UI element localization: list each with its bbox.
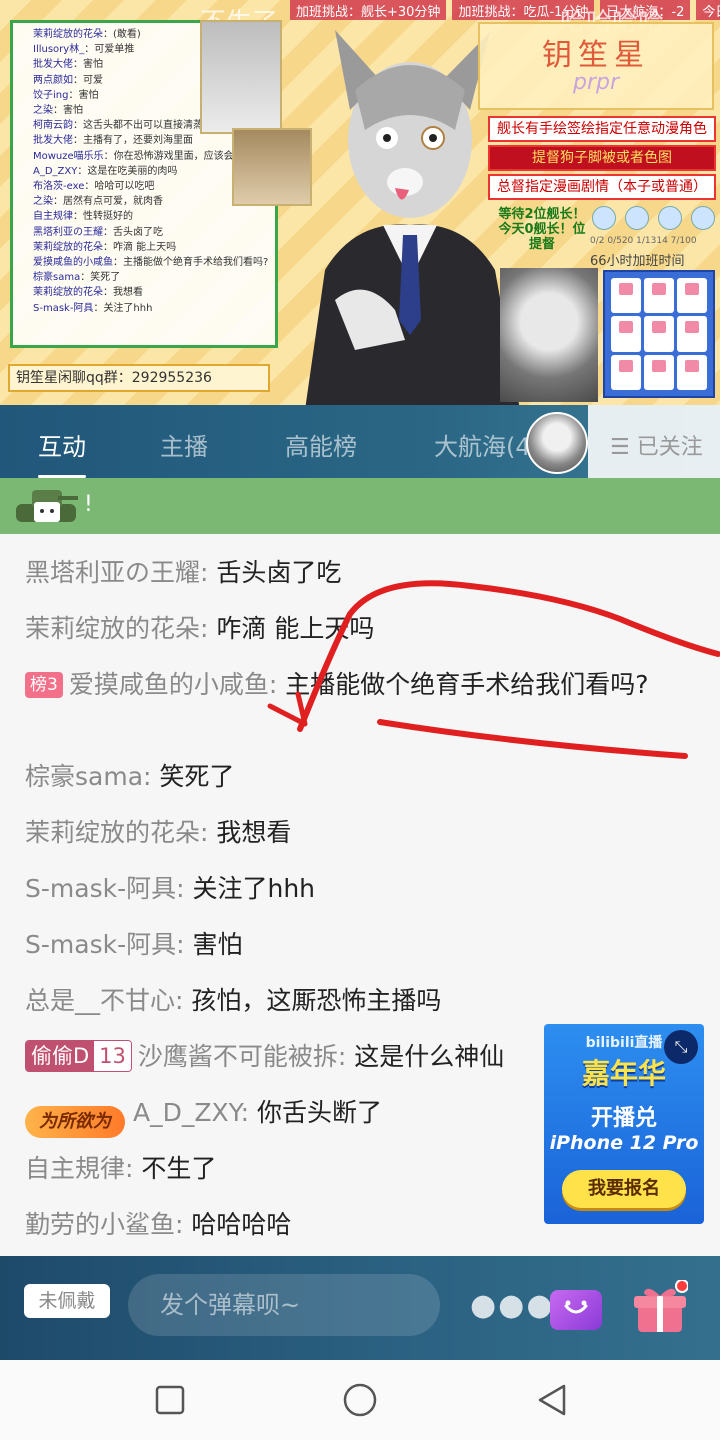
medal-wear-button[interactable]: 未佩戴 [24,1284,110,1318]
chat-message: S-mask-阿具: 害怕 [25,930,243,959]
back-icon[interactable] [534,1382,570,1418]
chat-username[interactable]: 勤劳的小鲨鱼 [25,1210,175,1239]
chat-text: 舌头卤了吃 [216,558,342,587]
tab-interaction[interactable]: 互动 [38,427,86,462]
overlay-chat-line: 黑塔利亚の王耀：舌头卤了吃 [33,226,163,238]
overlay-chat-line: 茉莉绽放的花朵：咋滴 能上天吗 [33,241,177,253]
title-badge: 为所欲为 [25,1106,125,1138]
overlay-chat-line: 茉莉绽放的花朵：我想看 [33,287,143,299]
gift-box-icon [644,316,674,352]
tab-rankings[interactable]: 高能榜 [285,427,357,462]
chat-text: 咋滴 能上天吗 [216,614,375,643]
recent-apps-icon[interactable] [152,1382,188,1418]
chat-message: 茉莉绽放的花朵: 咋滴 能上天吗 [25,614,375,643]
signup-button[interactable]: 我要报名 [562,1170,686,1208]
chat-text: 哈哈哈哈 [191,1210,292,1239]
chat-message: 茉莉绽放的花朵: 我想看 [25,818,292,847]
chat-username[interactable]: 棕豪sama [25,762,143,791]
chat-message: 总是__不甘心: 孩怕，这厮恐怖主播吗 [25,986,442,1015]
chat-text: 笑死了 [159,762,235,791]
gift-box-icon [611,278,641,314]
chat-text: 害怕 [192,930,243,959]
goal-icon [625,206,649,230]
overtime-hours: 66小时加班时间 [590,254,685,269]
chat-text: 不生了 [141,1154,217,1183]
chat-username[interactable]: A_D_ZXY [133,1098,241,1127]
goal-icon [691,206,715,230]
chat-message: S-mask-阿具: 关注了hhh [25,874,316,903]
overlay-chat-line: 爱摸咸鱼的小咸鱼：主播能做个绝育手术给我们看吗? [33,257,269,269]
chat-text: 我想看 [216,818,292,847]
goal-counts: 0/2 0/520 1/1314 7/100 [590,236,697,246]
chat-message: 黑塔利亚の王耀: 舌头卤了吃 [25,558,342,587]
carnival-promo-banner[interactable]: ⤡ bilibili直播 嘉年华 开播兑 iPhone 12 Pro 我要报名 [544,1024,704,1224]
husky-photo [200,20,282,134]
emote-icon[interactable] [550,1290,602,1330]
live-video-player[interactable]: 不生了 加班挑战：舰长+30分钟 加班挑战：吃瓜-1分钟 已大航海：-2 今日进… [0,0,720,405]
chat-username[interactable]: 爱摸咸鱼的小咸鱼 [69,670,269,699]
more-dots-icon[interactable]: ●●● [470,1288,555,1323]
chat-message: 棕豪sama: 笑死了 [25,762,235,791]
expand-icon[interactable]: ⤡ [664,1030,698,1064]
chat-username[interactable]: 自主規律 [25,1154,125,1183]
reward-rule-governor: 总督指定漫画剧情（本子或普通） [488,174,716,200]
chat-message: 偷偷D 13 沙鹰酱不可能被拆: 这是什么神仙 [25,1039,545,1075]
chat-username[interactable]: 黑塔利亚の王耀 [25,558,200,587]
chat-text: 关注了hhh [192,874,316,903]
follow-area: ☰ 已关注 [588,405,720,478]
home-icon[interactable] [342,1382,378,1418]
challenge-banner: 加班挑战：舰长+30分钟 [290,0,447,20]
overlay-chat-line: S-mask-阿具：关注了hhh [33,302,153,314]
goal-icons [592,206,715,230]
gift-box-icon [677,278,707,314]
chat-message: 榜3 爱摸咸鱼的小咸鱼: 主播能做个绝育手术给我们看吗? [25,667,695,703]
tab-streamer[interactable]: 主播 [160,427,208,462]
overlay-chat-line: 自主规律：性转挺好的 [33,211,133,223]
chat-username[interactable]: 总是__不甘心 [25,986,175,1015]
captain-wait-text: 等待2位舰长！今天0舰长！位提督 [498,207,586,252]
promo-line: 开播兑 [590,1106,657,1131]
gift-box-icon [611,316,641,352]
tab-guard[interactable]: 大航海(4) [434,427,540,462]
qq-group-banner: 钥笙星闲聊qq群：292955236 [8,364,270,392]
fan-medal-badge: 偷偷D 13 [25,1040,132,1072]
chat-text: 这是什么神仙 [354,1042,505,1071]
promo-prize: iPhone 12 Pro [549,1132,699,1154]
streamer-avatar[interactable] [526,412,588,474]
gift-box-icon [677,354,707,390]
chat-username[interactable]: S-mask-阿具 [25,930,176,959]
goal-icon [658,206,682,230]
chat-username[interactable]: S-mask-阿具 [25,874,176,903]
gift-box-icon [611,354,641,390]
notice-bar [0,478,720,534]
overlay-chat-line: 棕豪sama：笑死了 [33,272,121,284]
chat-text: 孩怕，这厮恐怖主播吗 [191,986,442,1015]
chat-username[interactable]: 沙鹰酱不可能被拆 [138,1042,338,1071]
danmaku-input[interactable] [128,1274,440,1336]
gift-box-icon [644,278,674,314]
follow-button[interactable]: ☰ 已关注 [610,429,703,461]
notice-text: ! [84,492,93,517]
chat-text: 主播能做个绝育手术给我们看吗? [285,670,649,699]
chat-username[interactable]: 茉莉绽放的花朵 [25,614,200,643]
goal-icon [592,206,616,230]
gift-box-icon [677,316,707,352]
husky-photo-large [500,268,598,402]
chat-text: 你舌头断了 [256,1098,382,1127]
gift-box-icon [644,354,674,390]
reward-rule-admiral: 提督狗子脚被或者色图 [488,145,716,171]
reward-rule-captain: 舰长有手绘签绘指定任意动漫角色 [488,116,716,142]
tank-tv-icon [16,490,78,522]
channel-logo: 钥笙星 prpr [478,22,714,110]
gift-icon[interactable] [632,1280,688,1336]
challenge-banner: 今日进度：-20 [696,0,720,20]
chat-username[interactable]: 茉莉绽放的花朵 [25,818,200,847]
gift-goal-grid [603,270,715,398]
rank-badge: 榜3 [25,672,63,698]
